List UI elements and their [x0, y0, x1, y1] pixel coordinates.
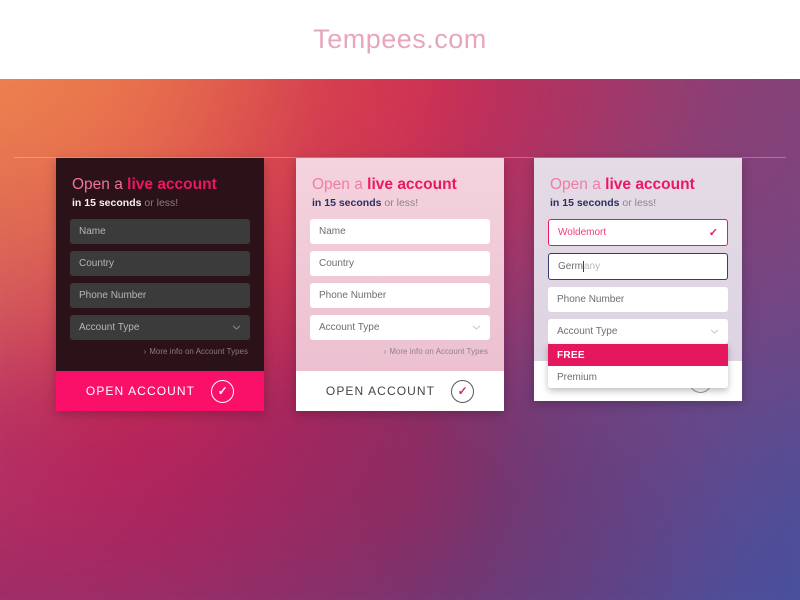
subheading-bold-text: in 15 seconds: [312, 197, 382, 209]
subheading-normal-text: or less!: [141, 197, 179, 209]
country-input-suggestion: any: [584, 261, 601, 272]
phone-number-input[interactable]: Phone Number: [548, 287, 728, 312]
card-body: Open a live account in 15 seconds or les…: [534, 158, 742, 361]
name-input[interactable]: Woldemort ✓: [548, 219, 728, 246]
country-input[interactable]: Country: [310, 251, 490, 276]
more-info-link[interactable]: › More info on Account Types: [310, 347, 488, 356]
heading-strong-text: live account: [127, 176, 217, 193]
account-type-select-label: Account Type: [319, 322, 380, 333]
name-input-placeholder: Name: [79, 226, 106, 237]
heading-soft-text: Open a: [72, 176, 128, 193]
name-input[interactable]: Name: [310, 219, 490, 244]
chevron-down-icon: [472, 323, 481, 332]
more-info-label: More info on Account Types: [149, 347, 248, 356]
country-input-placeholder: Country: [319, 258, 355, 269]
name-input-value: Woldemort: [558, 227, 607, 238]
card-subheading: in 15 seconds or less!: [72, 196, 250, 210]
country-input-placeholder: Country: [79, 258, 115, 269]
dropdown-option-premium[interactable]: Premium: [548, 366, 728, 388]
pricing-cards-row: Open a live account in 15 seconds or les…: [0, 0, 800, 600]
card-heading: Open a live account: [550, 176, 728, 194]
phone-number-input[interactable]: Phone Number: [70, 283, 250, 308]
phone-number-input-placeholder: Phone Number: [79, 290, 147, 301]
signup-card-dark: Open a live account in 15 seconds or les…: [56, 158, 264, 411]
card-heading: Open a live account: [312, 176, 490, 194]
chevron-down-icon: [710, 327, 719, 336]
card-subheading: in 15 seconds or less!: [550, 196, 728, 210]
chevron-down-icon: [232, 323, 241, 332]
signup-card-active: Open a live account in 15 seconds or les…: [534, 158, 742, 401]
subheading-bold-text: in 15 seconds: [550, 197, 620, 209]
phone-number-input-placeholder: Phone Number: [557, 294, 625, 305]
heading-strong-text: live account: [605, 176, 695, 193]
account-type-dropdown[interactable]: FREE Premium: [548, 344, 728, 388]
top-bar: Tempees.com: [0, 0, 800, 79]
check-circle-icon: ✓: [451, 379, 475, 403]
card-body: Open a live account in 15 seconds or les…: [56, 158, 264, 371]
heading-soft-text: Open a: [550, 176, 606, 193]
chevron-right-icon: ›: [143, 347, 147, 356]
more-info-link[interactable]: › More info on Account Types: [70, 347, 248, 356]
name-input[interactable]: Name: [70, 219, 250, 244]
chevron-right-icon: ›: [383, 347, 387, 356]
account-type-select-label: Account Type: [557, 326, 618, 337]
country-input-value: Germ: [558, 261, 583, 272]
subheading-bold-text: in 15 seconds: [72, 197, 142, 209]
heading-soft-text: Open a: [312, 176, 368, 193]
open-account-button[interactable]: OPEN ACCOUNT ✓: [56, 371, 264, 411]
name-input-placeholder: Name: [319, 226, 346, 237]
page-root: Tempees.com Open a live account in 15 se…: [0, 0, 800, 600]
account-type-select[interactable]: Account Type: [310, 315, 490, 340]
card-subheading: in 15 seconds or less!: [312, 196, 490, 210]
check-circle-icon: ✓: [211, 379, 235, 403]
country-input[interactable]: Germ any: [548, 253, 728, 280]
country-input[interactable]: Country: [70, 251, 250, 276]
subheading-normal-text: or less!: [619, 197, 657, 209]
open-account-button-label: OPEN ACCOUNT: [85, 384, 196, 398]
phone-number-input-placeholder: Phone Number: [319, 290, 387, 301]
check-icon: ✓: [708, 227, 718, 239]
card-heading: Open a live account: [72, 176, 250, 194]
open-account-button[interactable]: OPEN ACCOUNT ✓: [296, 371, 504, 411]
subheading-normal-text: or less!: [381, 197, 419, 209]
account-type-select[interactable]: Account Type: [70, 315, 250, 340]
more-info-label: More info on Account Types: [389, 347, 488, 356]
account-type-select-label: Account Type: [79, 322, 140, 333]
card-body: Open a live account in 15 seconds or les…: [296, 158, 504, 371]
signup-card-light: Open a live account in 15 seconds or les…: [296, 158, 504, 411]
phone-number-input[interactable]: Phone Number: [310, 283, 490, 308]
open-account-button-label: OPEN ACCOUNT: [325, 384, 436, 398]
heading-strong-text: live account: [367, 176, 457, 193]
site-logo: Tempees.com: [313, 24, 487, 54]
dropdown-option-free[interactable]: FREE: [548, 344, 728, 366]
account-type-select[interactable]: Account Type: [548, 319, 728, 344]
